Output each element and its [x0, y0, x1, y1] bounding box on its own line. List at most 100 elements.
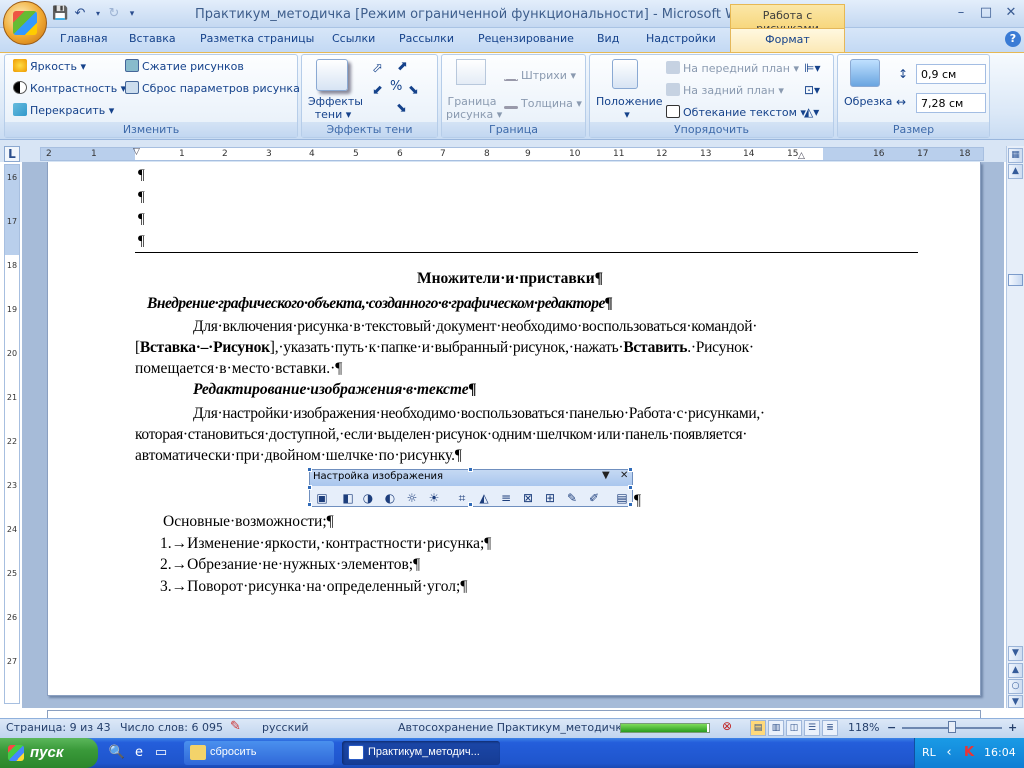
width-input[interactable]: 7,28 см [916, 93, 986, 113]
paragraph-mark[interactable]: ¶ [138, 211, 145, 228]
doc-list-intro[interactable]: Основные·возможности;¶ [163, 511, 334, 532]
resize-handle[interactable] [628, 502, 633, 507]
tab-selector[interactable]: L [4, 146, 20, 162]
shadow-toggle-icon[interactable]: % [390, 79, 402, 94]
maximize-button[interactable]: □ [975, 4, 997, 22]
input-language-indicator[interactable]: RL [922, 746, 936, 759]
scroll-up-icon[interactable]: ▲ [1008, 164, 1023, 179]
doc-paragraph-line[interactable]: помещается·в·место·вставки.·¶ [135, 358, 342, 379]
paragraph-mark[interactable]: ¶ [634, 490, 641, 511]
doc-heading[interactable]: Множители·и·приставки¶ [417, 268, 603, 289]
tab-insert[interactable]: Вставка [129, 32, 176, 45]
horizontal-ruler[interactable]: 2 1 1 2 3 4 5 6 7 8 9 10 11 12 13 14 15 … [40, 147, 984, 161]
weight-button[interactable]: Толщина ▾ [504, 97, 582, 110]
doc-paragraph-line[interactable]: Для·включения·рисунка·в·текстовый·докуме… [135, 316, 918, 337]
doc-subheading[interactable]: Внедрение·графического·объекта,·созданно… [147, 293, 613, 314]
paragraph-mark[interactable]: ¶ [138, 233, 145, 250]
vertical-ruler[interactable]: 16 17 18 19 20 21 22 23 24 25 26 27 [4, 164, 20, 704]
height-input[interactable]: 0,9 см [916, 64, 986, 84]
zoom-in-button[interactable]: + [1008, 721, 1017, 734]
draft-view-icon[interactable]: ≣ [822, 720, 838, 736]
language-indicator[interactable]: русский [262, 721, 309, 734]
rotate-icon[interactable]: ◭▾ [804, 105, 819, 119]
picture-border-button[interactable]: Граница рисунка ▾ [446, 95, 502, 121]
doc-paragraph-line[interactable]: автоматически·при·двойном·шелчке·по·рису… [135, 445, 462, 466]
first-line-indent-marker[interactable]: ▽ [133, 147, 140, 157]
help-icon[interactable]: ? [1005, 31, 1021, 47]
nudge-shadow-corner-icon[interactable]: ⬊ [396, 101, 407, 116]
scroll-down-icon[interactable]: ▼ [1008, 646, 1023, 661]
reset-picture-button[interactable]: Сброс параметров рисунка [125, 81, 300, 95]
internet-explorer-icon[interactable]: e [130, 744, 148, 762]
search-icon[interactable]: 🔍 [108, 744, 126, 762]
tray-arrow-icon[interactable]: ‹ [940, 744, 958, 762]
recolor-button[interactable]: Перекрасить ▾ [13, 103, 114, 117]
web-layout-icon[interactable]: ◫ [786, 720, 802, 736]
position-button[interactable]: Положение ▾ [596, 95, 663, 121]
taskbar-item-word[interactable]: Практикум_методич... [342, 741, 500, 765]
dashes-button[interactable]: Штрихи ▾ [504, 69, 576, 82]
list-item[interactable]: 1.→Изменение·яркости,·контрастности·рису… [160, 533, 491, 554]
bring-to-front-button[interactable]: На передний план ▾ [666, 61, 799, 75]
close-button[interactable]: ✕ [1000, 4, 1022, 22]
resize-handle[interactable] [468, 467, 473, 472]
list-item[interactable]: 3.→Поворот·рисунка·на·определенный·угол;… [160, 576, 467, 597]
tab-format[interactable]: Формат [730, 28, 845, 52]
paragraph-mark[interactable]: ¶ [138, 167, 145, 184]
tab-addins[interactable]: Надстройки [646, 32, 716, 45]
office-button[interactable] [3, 1, 47, 45]
doc-subheading[interactable]: Редактирование·изображения·в·тексте¶ [193, 379, 476, 400]
resize-handle[interactable] [307, 485, 312, 490]
full-screen-reading-icon[interactable]: ▥ [768, 720, 784, 736]
shadow-effects-button[interactable]: Эффекты тени ▾ [308, 95, 363, 121]
zoom-slider-thumb[interactable] [948, 721, 956, 733]
tab-view[interactable]: Вид [597, 32, 619, 45]
tab-home[interactable]: Главная [60, 32, 108, 45]
align-icon[interactable]: ⊫▾ [804, 61, 820, 75]
crop-button[interactable]: Обрезка [844, 95, 892, 108]
minimize-button[interactable]: – [950, 4, 972, 22]
antivirus-icon[interactable]: K [960, 744, 978, 762]
resize-handle[interactable] [307, 467, 312, 472]
save-icon[interactable]: 💾 [52, 6, 68, 22]
outline-view-icon[interactable]: ☰ [804, 720, 820, 736]
text-wrapping-button[interactable]: Обтекание текстом ▾ [666, 105, 806, 119]
next-page-icon[interactable]: ▼ [1008, 695, 1023, 708]
word-count[interactable]: Число слов: 6 095 [120, 721, 223, 734]
nudge-shadow-right-icon[interactable]: ⬈ [397, 59, 408, 74]
paragraph-mark[interactable]: ¶ [138, 189, 145, 206]
brightness-button[interactable]: Яркость ▾ [13, 59, 86, 73]
print-layout-view-icon[interactable]: ▤ [750, 720, 766, 736]
zoom-out-button[interactable]: − [887, 721, 896, 734]
resize-handle[interactable] [468, 502, 473, 507]
tab-mailings[interactable]: Рассылки [399, 32, 454, 45]
group-objects-icon[interactable]: ⊡▾ [804, 83, 820, 97]
zoom-level[interactable]: 118% [848, 721, 879, 734]
nudge-shadow-up-icon[interactable]: ⬀ [372, 61, 383, 76]
previous-page-icon[interactable]: ▲ [1008, 663, 1023, 678]
scroll-thumb[interactable] [1008, 274, 1023, 286]
tab-review[interactable]: Рецензирование [478, 32, 574, 45]
right-indent-marker[interactable]: △ [798, 151, 805, 161]
list-item[interactable]: 2.→Обрезание·не·нужных·элементов;¶ [160, 554, 420, 575]
doc-paragraph-line[interactable]: которая·становиться·доступной,·если·выде… [135, 424, 918, 445]
redo-icon[interactable]: ↻ [106, 6, 122, 22]
show-desktop-icon[interactable]: ▭ [152, 744, 170, 762]
ruler-toggle-icon[interactable]: ▦ [1008, 148, 1023, 163]
start-button[interactable]: пуск [0, 738, 98, 768]
contrast-button[interactable]: Контрастность ▾ [13, 81, 126, 95]
resize-handle[interactable] [628, 467, 633, 472]
embedded-toolbar-picture[interactable]: Настройка изображения ▼ ✕ ▣ ◧ ◑ ◐ ☼ ☀ ⌗ … [307, 467, 633, 507]
tab-references[interactable]: Ссылки [332, 32, 375, 45]
customize-quick-access-icon[interactable]: ▾ [124, 6, 140, 22]
undo-icon[interactable]: ↶ [72, 6, 88, 22]
compress-pictures-button[interactable]: Сжатие рисунков [125, 59, 244, 73]
nudge-shadow-left-icon[interactable]: ⬋ [372, 83, 383, 98]
tab-page-layout[interactable]: Разметка страницы [200, 32, 314, 45]
select-browse-object-icon[interactable]: ○ [1008, 679, 1023, 694]
cancel-autosave-icon[interactable]: ⊗ [722, 719, 732, 733]
undo-dropdown-icon[interactable]: ▾ [90, 6, 106, 22]
resize-handle[interactable] [307, 502, 312, 507]
resize-handle[interactable] [628, 485, 633, 490]
doc-paragraph-line[interactable]: Для·настройки·изображения·необходимо·вос… [135, 403, 918, 424]
